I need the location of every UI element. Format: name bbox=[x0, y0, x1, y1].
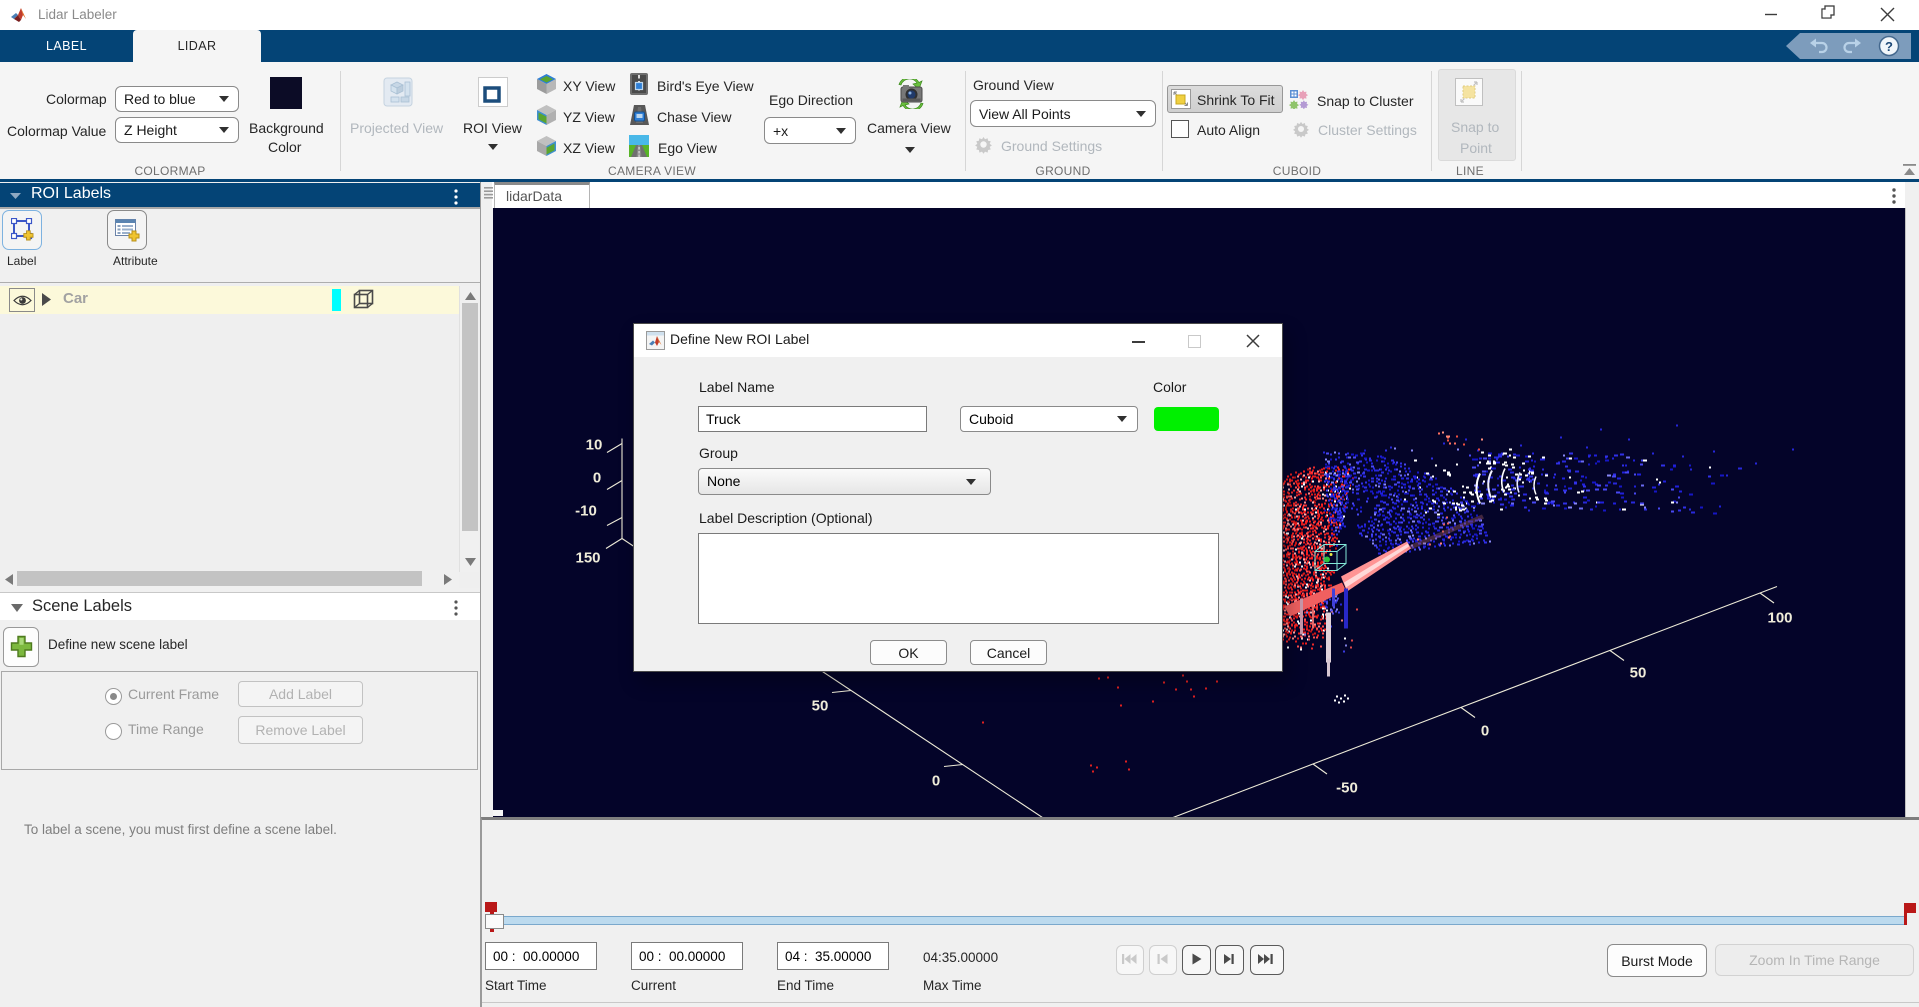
svg-text:?: ? bbox=[1885, 39, 1893, 54]
